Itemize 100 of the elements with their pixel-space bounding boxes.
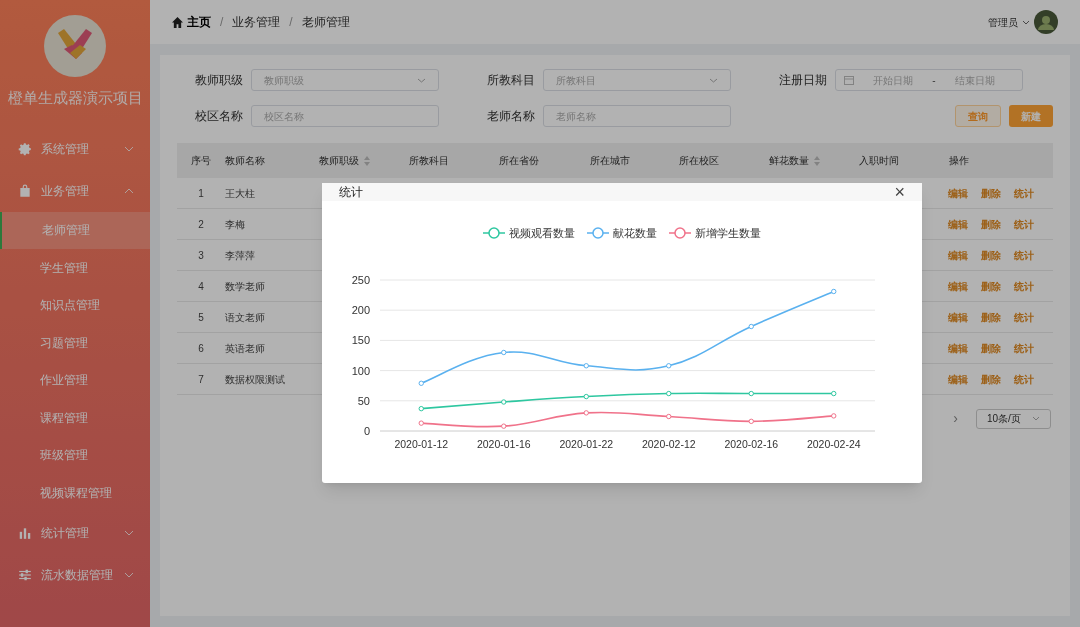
app-title: 橙单生成器演示项目 [6,88,144,108]
y-axis-label: 50 [357,394,370,407]
menu-item[interactable]: 知识点管理 [0,286,150,324]
gear-icon [18,141,32,156]
dialog-title: 统计 [339,184,363,201]
menu-group[interactable]: 统计管理 [0,511,150,554]
sort-icon[interactable] [364,155,370,166]
menu-group[interactable]: 系统管理 [0,127,150,170]
breadcrumb-item[interactable]: 主页 [187,13,211,31]
x-axis-label: 2020-01-16 [476,437,531,450]
action-link[interactable]: 删除 [981,185,1001,201]
bag-icon [18,183,32,198]
table-cell: 英语老师 [225,342,265,354]
legend-item[interactable]: 献花数量 [587,225,657,242]
action-link[interactable]: 编辑 [948,185,968,201]
chevron-down-icon [124,145,134,152]
table-cell: 李萍萍 [225,249,255,261]
filter-label: 所教科目 [486,72,535,89]
legend-marker-icon [483,227,505,240]
avatar[interactable] [1034,10,1058,34]
breadcrumb-item[interactable]: 业务管理 [232,13,281,31]
action-link[interactable]: 统计 [1014,340,1034,356]
query-button[interactable]: 查询 [955,105,1001,127]
action-link[interactable]: 统计 [1014,247,1034,263]
sort-icon[interactable] [814,155,820,166]
table-cell: 3 [198,249,204,261]
action-link[interactable]: 删除 [981,371,1001,387]
menu-item[interactable]: 课程管理 [0,399,150,437]
action-link[interactable]: 统计 [1014,309,1034,325]
y-axis-label: 100 [351,364,370,377]
action-link[interactable]: 编辑 [948,340,968,356]
table-cell: 4 [198,280,204,292]
breadcrumb-separator: / [289,14,293,31]
column-header: 序号 [191,154,211,168]
x-axis-label: 2020-02-16 [724,437,779,450]
home-icon [172,16,183,28]
action-link[interactable]: 删除 [981,216,1001,232]
chevron-down-icon [124,529,134,536]
action-link[interactable]: 删除 [981,309,1001,325]
legend-item[interactable]: 新增学生数量 [669,225,761,242]
create-button[interactable]: 新建 [1009,105,1053,127]
table-cell: 李梅 [225,218,245,230]
menu-group[interactable]: 流水数据管理 [0,553,150,596]
action-link[interactable]: 删除 [981,247,1001,263]
page-size-select[interactable]: 10条/页 [976,408,1051,429]
chevron-down-icon [709,77,718,83]
action-link[interactable]: 编辑 [948,247,968,263]
menu-item[interactable]: 作业管理 [0,361,150,399]
menu-item[interactable]: 视频课程管理 [0,474,150,512]
user-menu[interactable]: 管理员 [988,14,1030,30]
table-cell: 数据权限测试 [225,373,285,385]
action-link[interactable]: 编辑 [948,309,968,325]
table-cell: 6 [198,342,204,354]
action-link[interactable]: 编辑 [948,216,968,232]
bar-chart-icon [18,525,32,540]
table-cell: 2 [198,218,204,230]
action-link[interactable]: 删除 [981,340,1001,356]
menu-item[interactable]: 班级管理 [0,436,150,474]
menu-group[interactable]: 业务管理 [0,169,150,212]
action-link[interactable]: 删除 [981,278,1001,294]
x-axis-label: 2020-02-24 [806,437,861,450]
column-header: 操作 [949,154,969,168]
table-cell: 5 [198,311,204,323]
table-cell: 语文老师 [225,311,265,323]
column-header: 教师名称 [225,154,265,168]
column-header: 所在城市 [590,154,630,168]
chevron-down-icon [417,77,426,83]
chevron-down-icon [124,571,134,578]
next-page-button[interactable]: › [953,408,958,429]
menu-item[interactable]: 习题管理 [0,324,150,362]
table-cell: 7 [198,373,204,385]
x-axis-label: 2020-01-12 [394,437,449,450]
breadcrumb-item[interactable]: 老师管理 [301,13,350,31]
y-axis-label: 250 [351,273,370,286]
column-header: 鲜花数量 [769,154,809,168]
action-link[interactable]: 统计 [1014,278,1034,294]
caret-icon [1022,19,1030,25]
chevron-down-icon [1032,416,1040,421]
table-cell: 数学老师 [225,280,265,292]
column-header: 教师职级 [319,154,359,168]
column-header: 入职时间 [859,154,899,168]
action-link[interactable]: 编辑 [948,278,968,294]
x-axis-label: 2020-02-12 [641,437,696,450]
table-cell: 王大柱 [225,187,255,199]
action-link[interactable]: 统计 [1014,371,1034,387]
filter-label: 老师名称 [486,108,535,125]
column-header: 所在校区 [679,154,719,168]
filter-label: 校区名称 [194,108,243,125]
filter-label: 注册日期 [778,72,827,89]
logo-drawing [44,15,106,77]
x-axis-label: 2020-01-22 [559,437,614,450]
menu-item[interactable]: 学生管理 [0,249,150,287]
action-link[interactable]: 统计 [1014,185,1034,201]
close-button[interactable]: × [894,183,905,201]
filter-label: 教师职级 [194,72,243,89]
action-link[interactable]: 统计 [1014,216,1034,232]
legend-item[interactable]: 视频观看数量 [483,225,575,242]
action-link[interactable]: 编辑 [948,371,968,387]
legend-marker-icon [587,227,609,240]
legend-marker-icon [669,227,691,240]
